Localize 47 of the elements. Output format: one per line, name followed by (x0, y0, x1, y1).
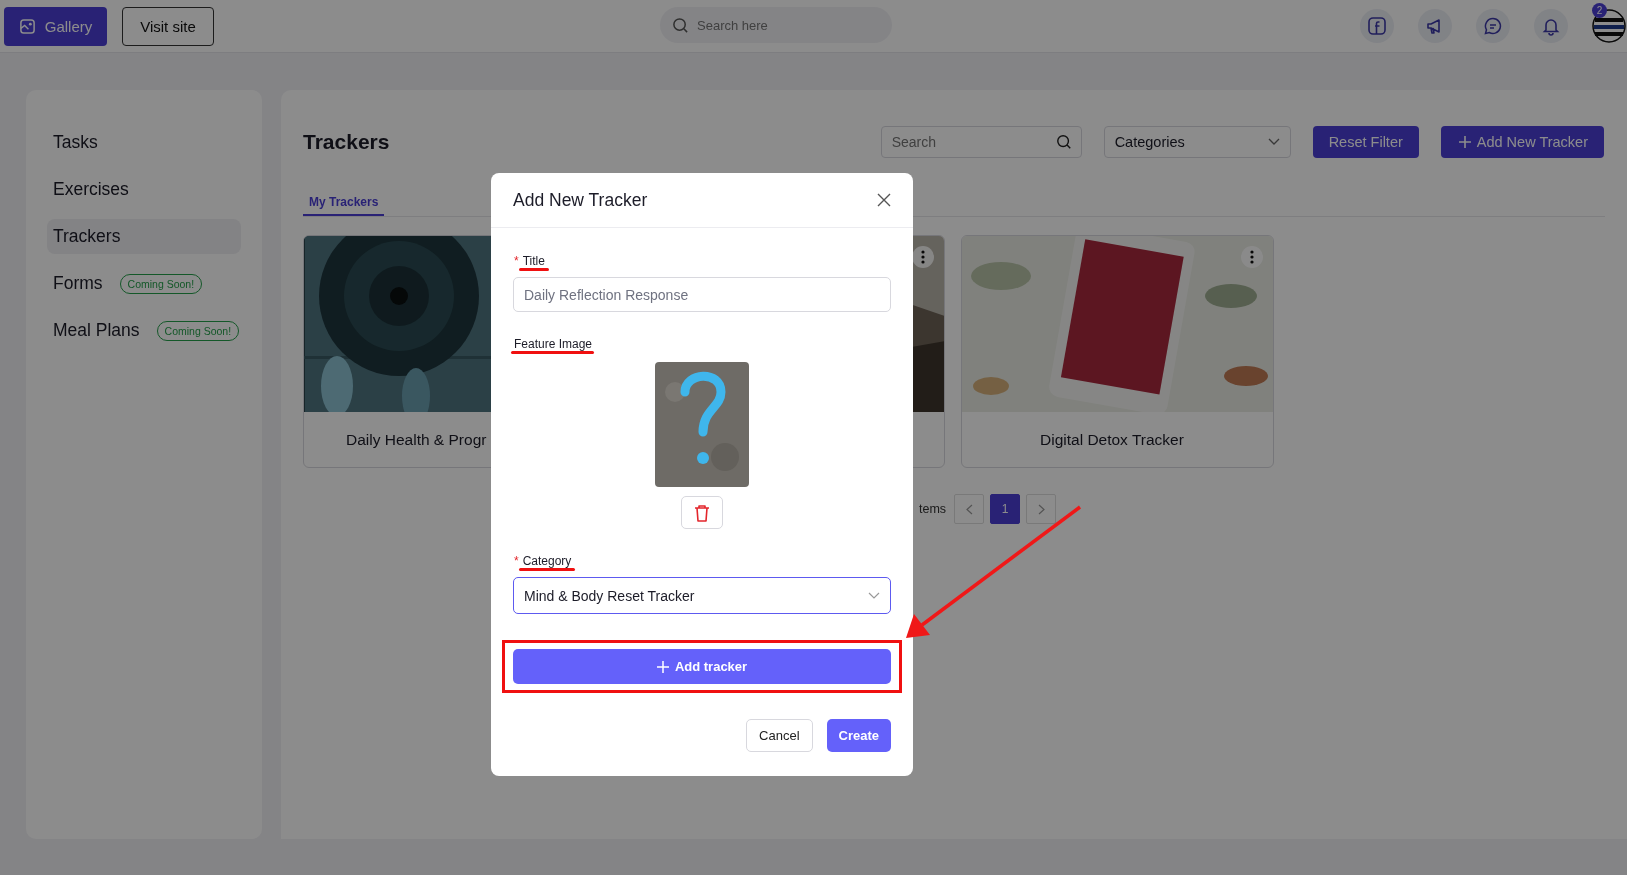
page-title: Trackers (303, 130, 390, 154)
visit-site-button[interactable]: Visit site (122, 6, 214, 46)
field-label: Category (522, 554, 572, 568)
add-new-tracker-button[interactable]: Add New Tracker (1440, 126, 1604, 158)
close-icon[interactable] (877, 193, 891, 207)
plus-icon (656, 660, 669, 673)
megaphone-icon[interactable] (1418, 9, 1452, 43)
sidebar-item[interactable]: Exercises (47, 172, 135, 207)
chevron-left-icon (965, 503, 973, 515)
categories-dropdown[interactable]: Categories (1103, 126, 1291, 158)
facebook-icon[interactable] (1360, 9, 1394, 43)
cancel-button[interactable]: Cancel (746, 719, 813, 752)
sidebar-item[interactable]: Trackers (47, 219, 241, 254)
required-mark: * (514, 254, 519, 268)
gallery-icon (18, 17, 36, 35)
total-items-text: tems (919, 502, 947, 516)
chevron-down-icon (1267, 138, 1280, 146)
tracker-card[interactable]: Digital Detox Tracker (961, 235, 1274, 468)
add-tracker-button[interactable]: Add tracker (513, 649, 891, 684)
modal-title: Add New Tracker (513, 189, 648, 211)
delete-button[interactable] (681, 496, 723, 529)
reset-filter-button[interactable]: Reset Filter (1312, 126, 1419, 158)
search-field[interactable]: Search here (660, 7, 892, 43)
search-field[interactable]: Search (880, 126, 1082, 158)
page-button[interactable]: 1 (990, 494, 1021, 524)
required-mark: * (514, 554, 519, 568)
gallery-button[interactable]: Gallery (4, 6, 107, 46)
notification-count: 2 (1592, 3, 1607, 18)
category-select[interactable]: Mind & Body Reset Tracker (513, 577, 891, 614)
sidebar-item[interactable]: Meal Plans (47, 313, 146, 348)
notification-bell-icon[interactable] (1534, 9, 1568, 43)
field-label: Feature Image (514, 337, 593, 351)
field-label: Title (522, 254, 545, 268)
plus-icon (1458, 136, 1471, 148)
sidebar-item[interactable]: Tasks (47, 125, 104, 160)
create-button[interactable]: Create (826, 719, 891, 752)
chevron-down-icon (868, 591, 880, 600)
chat-icon[interactable] (1476, 9, 1510, 43)
search-icon (672, 17, 689, 34)
tab[interactable]: My Trackers (303, 191, 385, 216)
card-title: Daily Health & Progr (346, 431, 487, 449)
trash-icon (694, 503, 710, 522)
sidebar-item[interactable]: Forms (47, 266, 109, 301)
title-input[interactable]: Daily Reflection Response (513, 277, 891, 312)
chevron-right-icon (1037, 503, 1045, 515)
search-icon (1055, 134, 1072, 150)
card-title: Digital Detox Tracker (1040, 431, 1184, 449)
